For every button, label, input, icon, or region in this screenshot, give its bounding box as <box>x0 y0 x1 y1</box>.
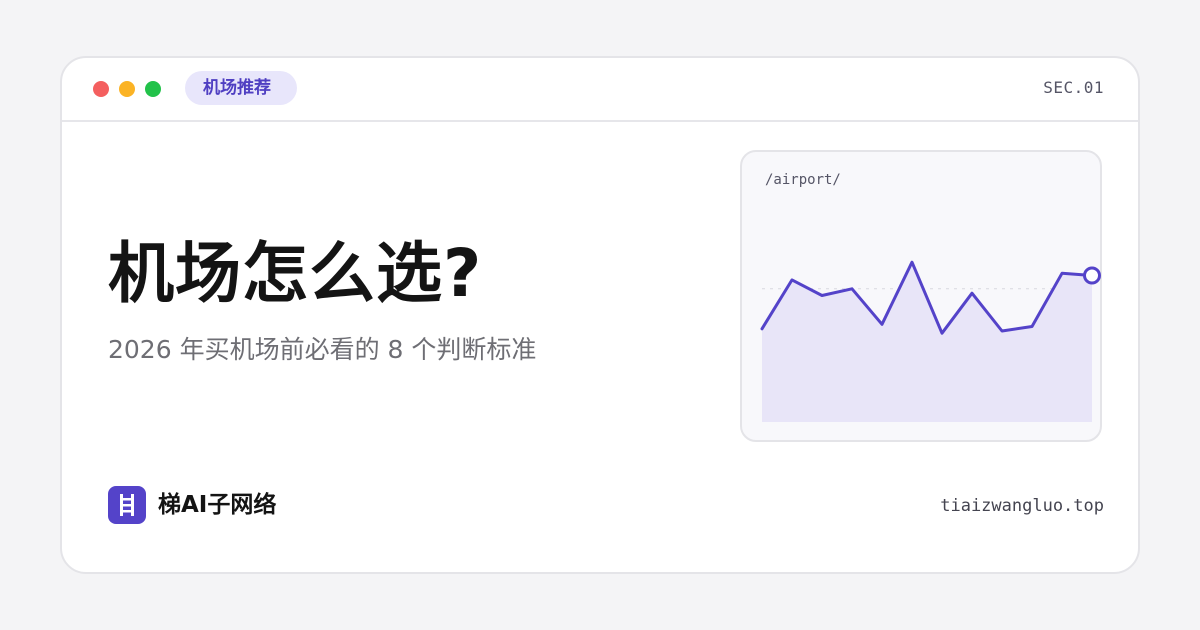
close-dot-icon <box>93 81 109 97</box>
page-subtitle: 2026 年买机场前必看的 8 个判断标准 <box>108 335 537 364</box>
minimize-dot-icon <box>119 81 135 97</box>
window-titlebar: 机场推荐 SEC.01 <box>62 58 1138 122</box>
brand-name: 梯AI子网络 <box>158 492 277 518</box>
chart-area-fill <box>762 262 1092 422</box>
chart-label: /airport/ <box>765 172 841 188</box>
section-number: SEC.01 <box>1043 78 1104 97</box>
brand-logo <box>108 486 146 524</box>
page-title: 机场怎么选? <box>108 235 483 312</box>
og-card: 机场推荐 SEC.01 机场怎么选? 2026 年买机场前必看的 8 个判断标准… <box>60 56 1140 574</box>
site-domain: tiaizwangluo.top <box>940 496 1104 516</box>
chart-panel: /airport/ <box>740 150 1102 442</box>
category-tag: 机场推荐 <box>185 71 297 105</box>
area-chart <box>760 260 1101 422</box>
ladder-icon <box>120 494 134 516</box>
maximize-dot-icon <box>145 81 161 97</box>
chart-endpoint-marker <box>1083 266 1101 285</box>
